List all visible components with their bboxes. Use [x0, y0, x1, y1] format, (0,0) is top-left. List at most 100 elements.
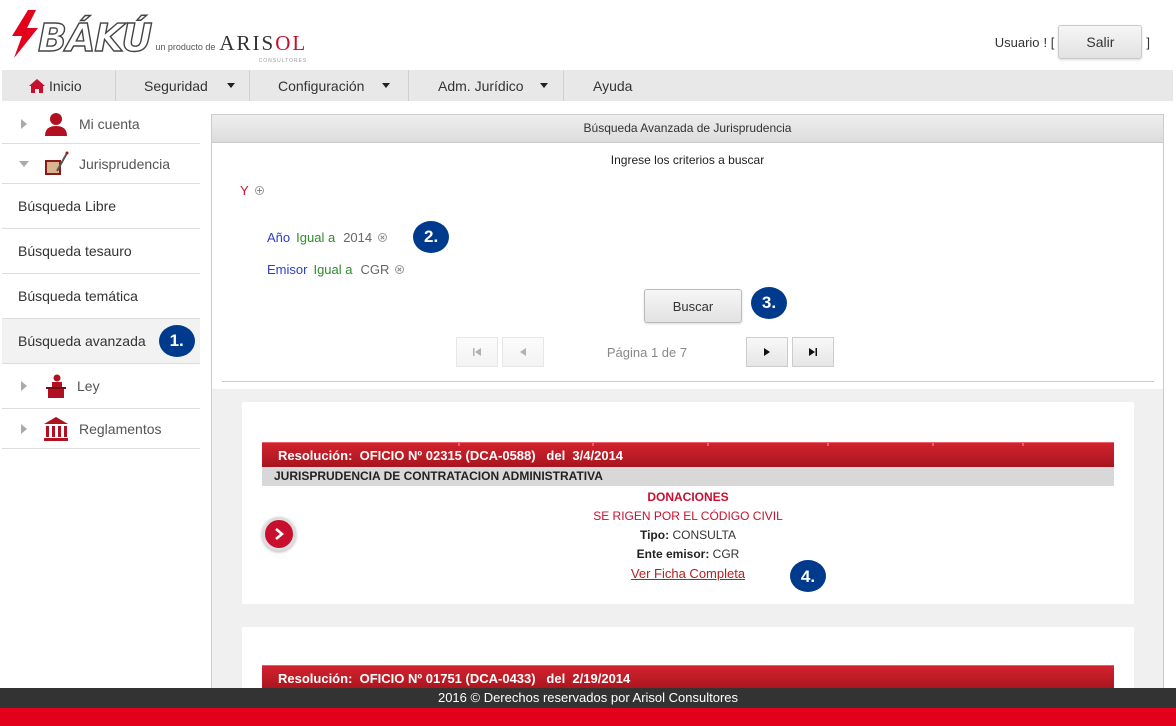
sidebar-item-label: Jurisprudencia	[79, 155, 171, 172]
criterion-operator[interactable]: Igual a	[296, 230, 335, 245]
result-link-line: Ver Ficha Completa 4.	[262, 560, 1114, 592]
result-category: JURISPRUDENCIA DE CONTRATACION ADMINISTR…	[262, 467, 1114, 486]
remove-criterion-icon[interactable]	[378, 232, 388, 242]
nav-ayuda-label: Ayuda	[593, 77, 633, 94]
step-badge-4: 4.	[790, 560, 826, 592]
last-page-icon	[809, 348, 817, 356]
sidebar-item-busqueda-tematica[interactable]: Búsqueda temática	[2, 274, 200, 319]
logo-wordmark: BÁKÚ	[37, 16, 153, 60]
podium-icon	[46, 374, 66, 398]
main-nav: Inicio Seguridad Configuración Adm. Jurí…	[2, 70, 1173, 101]
criterion-row: Año Igual a 2014 2.	[267, 221, 450, 253]
sidebar-item-label: Búsqueda tesauro	[18, 243, 132, 259]
result-body: DONACIONES SE RIGEN POR EL CÓDIGO CIVIL …	[262, 488, 1114, 592]
criterion-row: Emisor Igual a CGR	[267, 262, 405, 277]
footer: 2016 © Derechos reservados por Arisol Co…	[0, 688, 1176, 708]
institution-icon	[44, 416, 68, 441]
last-page-button[interactable]	[792, 337, 834, 367]
result-header: Resolución: OFICIO Nº 02315 (DCA-0588) d…	[262, 442, 1114, 467]
nav-configuracion-label: Configuración	[278, 77, 365, 94]
nav-inicio-label: Inicio	[49, 77, 82, 94]
sidebar-item-mi-cuenta[interactable]: Mi cuenta	[2, 104, 200, 144]
criterion-field[interactable]: Emisor	[267, 262, 307, 277]
result-issuer-label: Ente emisor:	[636, 547, 710, 561]
logout-button[interactable]: Salir	[1058, 25, 1143, 59]
sidebar-item-busqueda-libre[interactable]: Búsqueda Libre	[2, 184, 200, 229]
logic-operator-label[interactable]: Y	[240, 183, 249, 198]
nav-inicio[interactable]: Inicio	[2, 70, 116, 101]
remove-criterion-icon[interactable]	[395, 265, 405, 274]
nav-ayuda[interactable]: Ayuda	[564, 70, 632, 101]
criteria-hint: Ingrese los criterios a buscar	[610, 153, 765, 167]
nav-seguridad[interactable]: Seguridad	[116, 70, 250, 101]
results-list: Resolución: OFICIO Nº 02315 (DCA-0588) d…	[212, 389, 1163, 694]
footer-bar	[0, 708, 1176, 726]
user-bracket-close: ]	[1146, 34, 1150, 50]
sidebar-item-ley[interactable]: Ley	[2, 364, 200, 409]
criterion-value[interactable]: CGR	[361, 262, 390, 277]
user-bracket-open: ! [	[1043, 34, 1055, 50]
nav-seguridad-label: Seguridad	[144, 77, 208, 94]
sidebar-item-jurisprudencia[interactable]: Jurisprudencia	[2, 144, 200, 184]
step-badge-1: 1.	[158, 325, 195, 357]
result-type-line: Tipo: CONSULTA	[262, 526, 1114, 545]
chevron-right-icon	[21, 423, 27, 434]
nav-adm-juridico[interactable]: Adm. Jurídico	[409, 70, 564, 101]
baku-logo[interactable]: BÁKÚ un producto de ARISOL CONSULTORES	[8, 10, 308, 64]
sidebar-item-label: Reglamentos	[79, 420, 162, 437]
divider	[222, 381, 1154, 382]
result-header-text: Resolución: OFICIO Nº 01751 (DCA-0433) d…	[278, 671, 631, 686]
result-card: Resolución: OFICIO Nº 02315 (DCA-0588) d…	[242, 402, 1134, 604]
criterion-value[interactable]: 2014	[343, 230, 372, 245]
advanced-search-panel: Búsqueda Avanzada de Jurisprudencia Ingr…	[211, 114, 1164, 694]
add-criterion-icon[interactable]	[254, 186, 264, 195]
sidebar: Mi cuenta Jurisprudencia Búsqueda Libre …	[2, 104, 200, 449]
sidebar-item-label: Ley	[77, 378, 100, 394]
view-full-record-link[interactable]: Ver Ficha Completa	[631, 566, 745, 581]
criterion-field[interactable]: Año	[267, 230, 290, 245]
first-page-button[interactable]	[456, 337, 498, 367]
sidebar-item-label: Mi cuenta	[79, 115, 140, 132]
sidebar-item-label: Búsqueda Libre	[18, 198, 117, 214]
chevron-down-icon	[19, 160, 29, 167]
nav-adm-juridico-label: Adm. Jurídico	[438, 77, 524, 94]
next-page-icon	[764, 348, 770, 356]
chevron-right-icon	[21, 381, 27, 391]
user-label: Usuario	[994, 34, 1040, 50]
chevron-down-icon	[539, 83, 548, 88]
result-topic: DONACIONES	[647, 490, 729, 504]
logic-operator: Y	[240, 183, 264, 198]
criterion-operator[interactable]: Igual a	[313, 262, 352, 277]
chevron-down-icon	[382, 83, 391, 88]
result-header-text: Resolución: OFICIO Nº 02315 (DCA-0588) d…	[278, 448, 624, 463]
sidebar-item-reglamentos[interactable]: Reglamentos	[2, 409, 200, 449]
step-badge-2: 2.	[413, 221, 450, 253]
page-indicator: Página 1 de 7	[606, 344, 688, 360]
nav-configuracion[interactable]: Configuración	[250, 70, 409, 101]
result-card: Resolución: OFICIO Nº 01751 (DCA-0433) d…	[242, 627, 1134, 694]
sidebar-item-label: Búsqueda temática	[18, 288, 138, 304]
panel-title: Búsqueda Avanzada de Jurisprudencia	[212, 115, 1163, 143]
result-header: Resolución: OFICIO Nº 01751 (DCA-0433) d…	[262, 665, 1114, 690]
search-button[interactable]: Buscar	[644, 289, 742, 323]
result-description: SE RIGEN POR EL CÓDIGO CIVIL	[593, 509, 783, 523]
arisol-logo: ARISOL CONSULTORES	[219, 31, 308, 64]
home-icon	[29, 78, 45, 93]
result-issuer-line: Ente emisor: CGR	[262, 545, 1114, 564]
result-type-label: Tipo:	[639, 528, 670, 542]
prev-page-icon	[520, 348, 526, 356]
prev-page-button[interactable]	[502, 337, 544, 367]
result-issuer-value: CGR	[712, 547, 740, 561]
user-area: Usuario ! [ Salir ]	[995, 25, 1150, 59]
lightning-bolt-icon	[12, 10, 38, 58]
pagination: Página 1 de 7	[456, 337, 838, 367]
book-icon	[45, 151, 69, 175]
user-icon	[45, 112, 67, 136]
sidebar-item-busqueda-avanzada[interactable]: Búsqueda avanzada 1.	[2, 319, 200, 364]
chevron-down-icon	[226, 83, 235, 88]
next-page-button[interactable]	[746, 337, 788, 367]
logo-subtext: un producto de	[155, 42, 216, 52]
sidebar-item-busqueda-tesauro[interactable]: Búsqueda tesauro	[2, 229, 200, 274]
chevron-right-icon	[21, 118, 27, 129]
app-header: BÁKÚ un producto de ARISOL CONSULTORES Us…	[0, 0, 1176, 70]
